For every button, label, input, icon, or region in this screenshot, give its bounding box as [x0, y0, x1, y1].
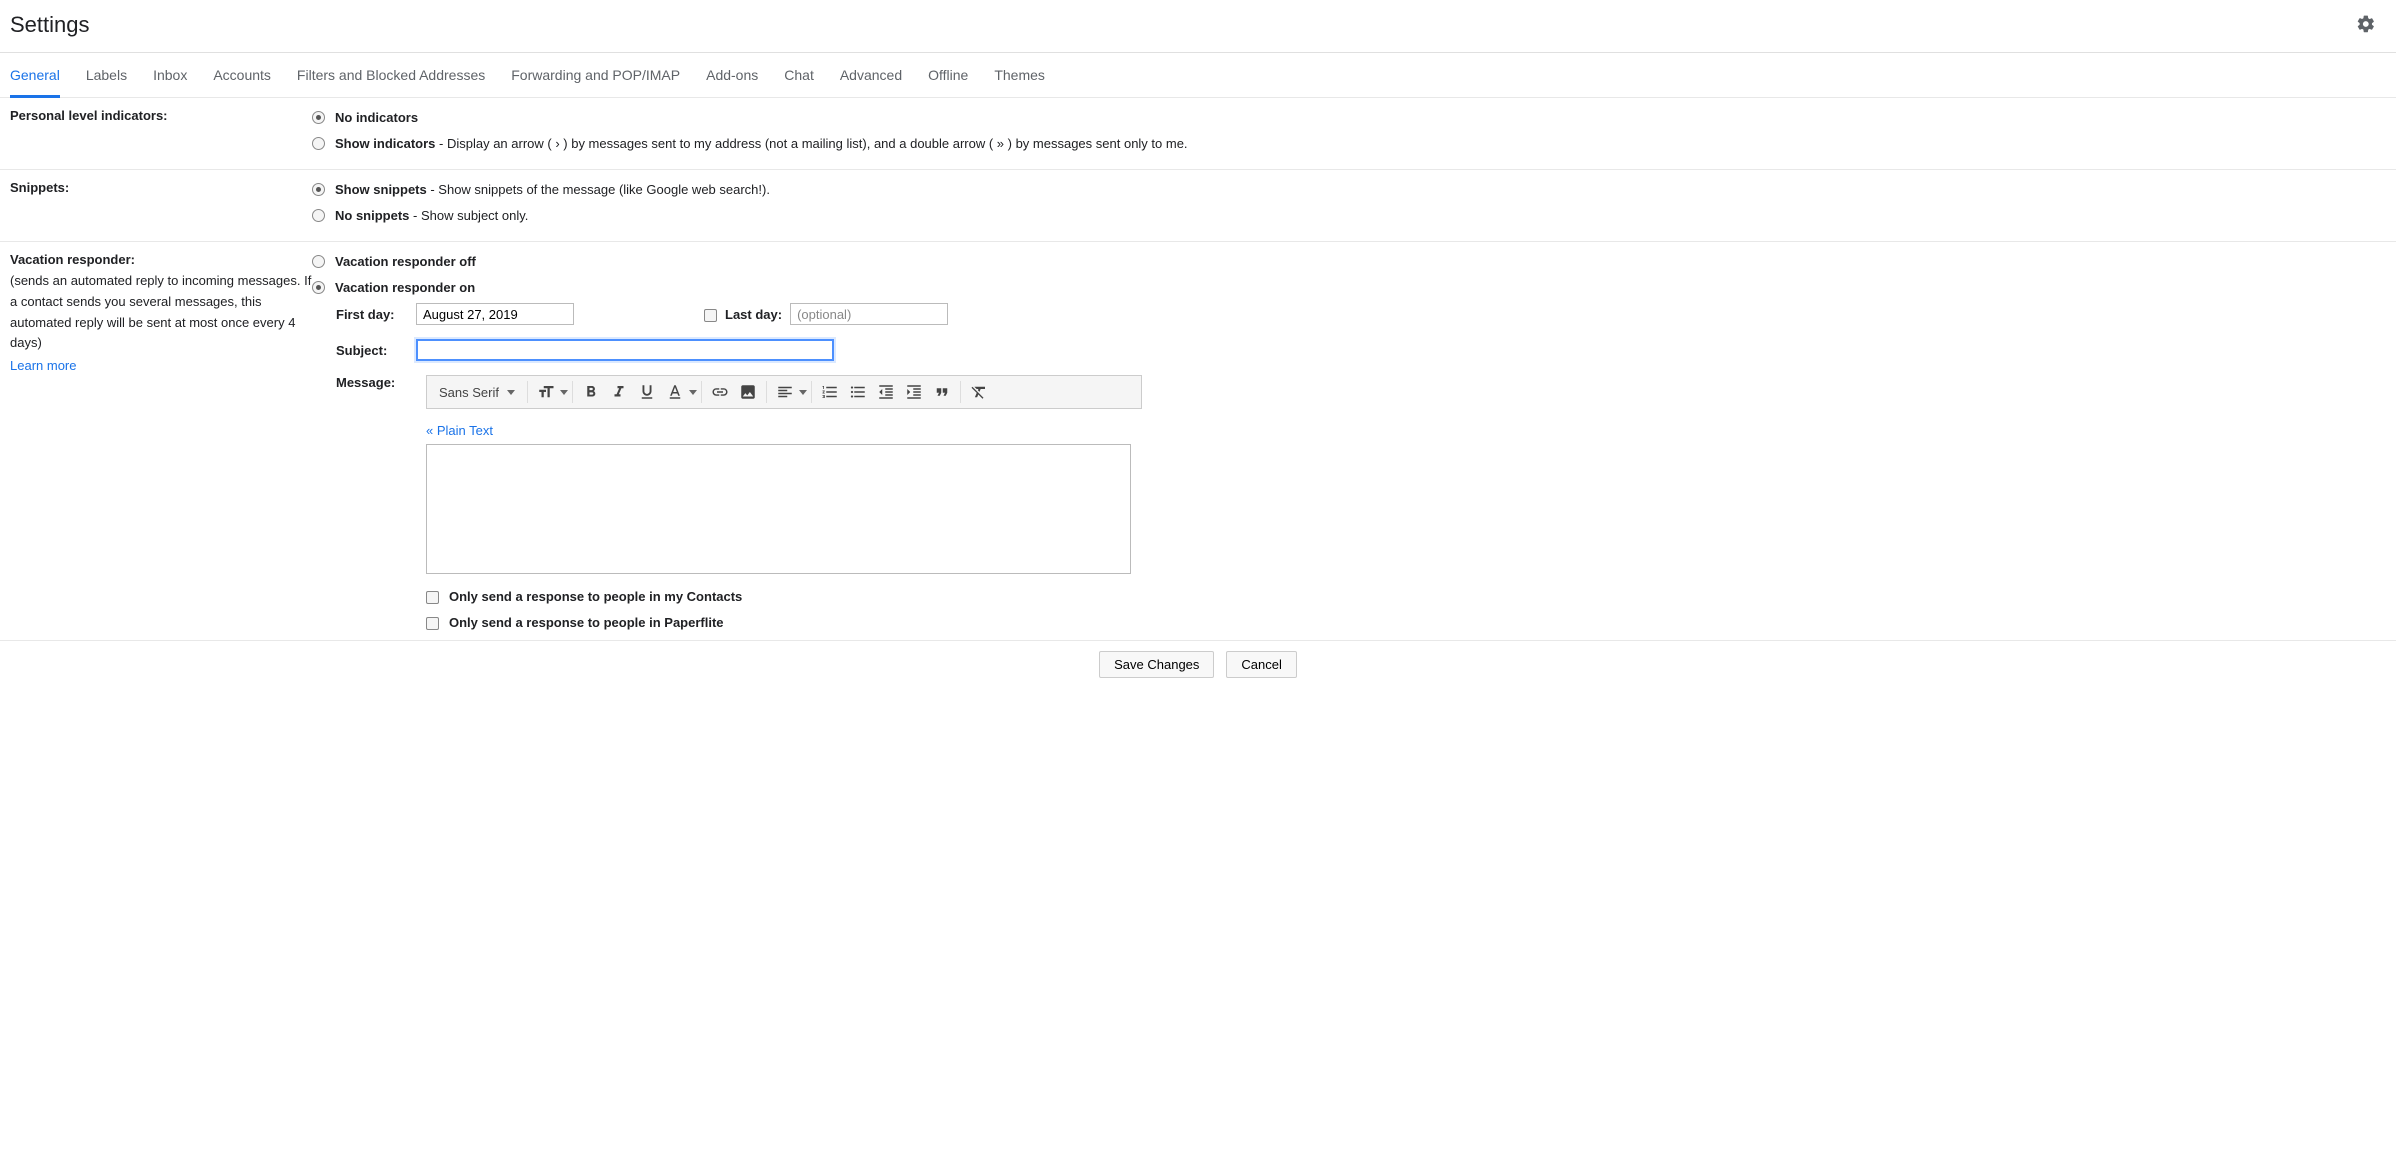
first-day-input[interactable] [416, 303, 574, 325]
tab-filters[interactable]: Filters and Blocked Addresses [297, 53, 485, 98]
chevron-down-icon [689, 390, 697, 395]
underline-icon[interactable] [633, 378, 661, 406]
personal-indicators-label: Personal level indicators: [10, 108, 168, 123]
checkbox-contacts-only[interactable] [426, 591, 439, 604]
chevron-down-icon [560, 390, 568, 395]
text-color-icon[interactable] [661, 378, 689, 406]
opt-vacation-off-text: Vacation responder off [335, 254, 476, 269]
message-body-input[interactable] [426, 444, 1131, 574]
remove-formatting-icon[interactable] [965, 378, 993, 406]
vacation-desc: (sends an automated reply to incoming me… [10, 271, 312, 354]
font-family-dropdown[interactable]: Sans Serif [431, 385, 523, 400]
indent-more-icon[interactable] [900, 378, 928, 406]
tab-chat[interactable]: Chat [784, 53, 814, 98]
subject-input[interactable] [416, 339, 834, 361]
chevron-down-icon [799, 390, 807, 395]
radio-no-snippets[interactable] [312, 209, 325, 222]
opt-show-snippets-bold: Show snippets [335, 182, 427, 197]
section-personal-indicators: Personal level indicators: No indicators… [0, 98, 2396, 170]
section-snippets: Snippets: Show snippets - Show snippets … [0, 170, 2396, 242]
gear-icon[interactable] [2356, 14, 2376, 37]
opt-vacation-on-text: Vacation responder on [335, 280, 475, 295]
radio-vacation-off[interactable] [312, 255, 325, 268]
snippets-label: Snippets: [10, 180, 69, 195]
save-changes-button[interactable]: Save Changes [1099, 651, 1214, 678]
footer-buttons: Save Changes Cancel [0, 641, 2396, 698]
tab-addons[interactable]: Add-ons [706, 53, 758, 98]
editor-toolbar: Sans Serif [426, 375, 1142, 409]
opt-show-indicators-desc: - Display an arrow ( › ) by messages sen… [435, 136, 1187, 151]
tab-general[interactable]: General [10, 53, 60, 98]
settings-tabs: General Labels Inbox Accounts Filters an… [0, 53, 2396, 98]
checkbox-contacts-only-label: Only send a response to people in my Con… [449, 589, 742, 604]
tab-advanced[interactable]: Advanced [840, 53, 902, 98]
italic-icon[interactable] [605, 378, 633, 406]
radio-vacation-on[interactable] [312, 281, 325, 294]
tab-labels[interactable]: Labels [86, 53, 127, 98]
opt-no-snippets-bold: No snippets [335, 208, 409, 223]
last-day-input[interactable] [790, 303, 948, 325]
opt-no-indicators-text: No indicators [335, 110, 418, 125]
numbered-list-icon[interactable] [816, 378, 844, 406]
message-label: Message: [336, 375, 406, 390]
bulleted-list-icon[interactable] [844, 378, 872, 406]
plain-text-link[interactable]: « Plain Text [426, 423, 493, 438]
settings-header: Settings [0, 0, 2396, 53]
radio-show-indicators[interactable] [312, 137, 325, 150]
tab-forwarding[interactable]: Forwarding and POP/IMAP [511, 53, 680, 98]
subject-label: Subject: [336, 343, 406, 358]
bold-icon[interactable] [577, 378, 605, 406]
last-day-label: Last day: [725, 307, 782, 322]
tab-inbox[interactable]: Inbox [153, 53, 187, 98]
tab-themes[interactable]: Themes [994, 53, 1045, 98]
font-size-icon[interactable] [532, 378, 560, 406]
tab-offline[interactable]: Offline [928, 53, 968, 98]
opt-show-snippets-desc: - Show snippets of the message (like Goo… [427, 182, 770, 197]
first-day-label: First day: [336, 307, 406, 322]
image-icon[interactable] [734, 378, 762, 406]
last-day-checkbox[interactable] [704, 309, 717, 322]
indent-less-icon[interactable] [872, 378, 900, 406]
opt-show-indicators-bold: Show indicators [335, 136, 435, 151]
checkbox-domain-only[interactable] [426, 617, 439, 630]
vacation-learn-more-link[interactable]: Learn more [10, 358, 76, 373]
vacation-label: Vacation responder: [10, 252, 135, 267]
font-family-value: Sans Serif [439, 385, 499, 400]
tab-accounts[interactable]: Accounts [213, 53, 271, 98]
section-vacation-responder: Vacation responder: (sends an automated … [0, 242, 2396, 641]
quote-icon[interactable] [928, 378, 956, 406]
align-icon[interactable] [771, 378, 799, 406]
chevron-down-icon [507, 390, 515, 395]
link-icon[interactable] [706, 378, 734, 406]
radio-show-snippets[interactable] [312, 183, 325, 196]
checkbox-domain-only-label: Only send a response to people in Paperf… [449, 615, 724, 630]
radio-no-indicators[interactable] [312, 111, 325, 124]
cancel-button[interactable]: Cancel [1226, 651, 1296, 678]
opt-no-snippets-desc: - Show subject only. [409, 208, 528, 223]
page-title: Settings [10, 12, 90, 38]
